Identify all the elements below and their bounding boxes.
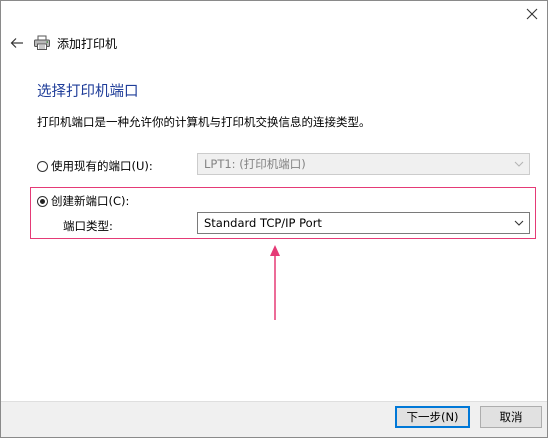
nav-bar: 添加打印机 [1, 31, 117, 55]
nav-title: 添加打印机 [57, 36, 118, 51]
port-type-select[interactable]: Standard TCP/IP Port [197, 212, 530, 234]
add-printer-window: 添加打印机 选择打印机端口 打印机端口是一种允许你的计算机与打印机交换信息的连接… [0, 0, 548, 438]
close-button[interactable] [517, 1, 547, 27]
existing-port-select: LPT1: (打印机端口) [197, 153, 530, 175]
port-type-value: Standard TCP/IP Port [204, 216, 322, 230]
next-button[interactable]: 下一步(N) [395, 406, 470, 428]
printer-icon [33, 34, 51, 52]
chevron-down-icon [514, 220, 524, 226]
page-description: 打印机端口是一种允许你的计算机与打印机交换信息的连接类型。 [37, 115, 371, 129]
new-port-label: 创建新端口(C): [51, 194, 130, 208]
chevron-down-icon [514, 161, 524, 167]
existing-port-label: 使用现有的端口(U): [51, 159, 153, 173]
close-icon [526, 8, 538, 20]
port-type-label: 端口类型: [63, 219, 113, 233]
new-port-radio[interactable] [37, 195, 48, 207]
existing-port-radio[interactable] [37, 160, 48, 172]
cancel-button[interactable]: 取消 [480, 406, 542, 428]
existing-port-option[interactable]: 使用现有的端口(U): [37, 158, 153, 174]
annotation-arrow-icon [270, 245, 280, 320]
new-port-option[interactable]: 创建新端口(C): [37, 193, 129, 209]
back-button[interactable] [3, 31, 31, 55]
page-heading: 选择打印机端口 [37, 84, 139, 100]
back-arrow-icon [10, 38, 23, 48]
existing-port-value: LPT1: (打印机端口) [204, 157, 306, 171]
